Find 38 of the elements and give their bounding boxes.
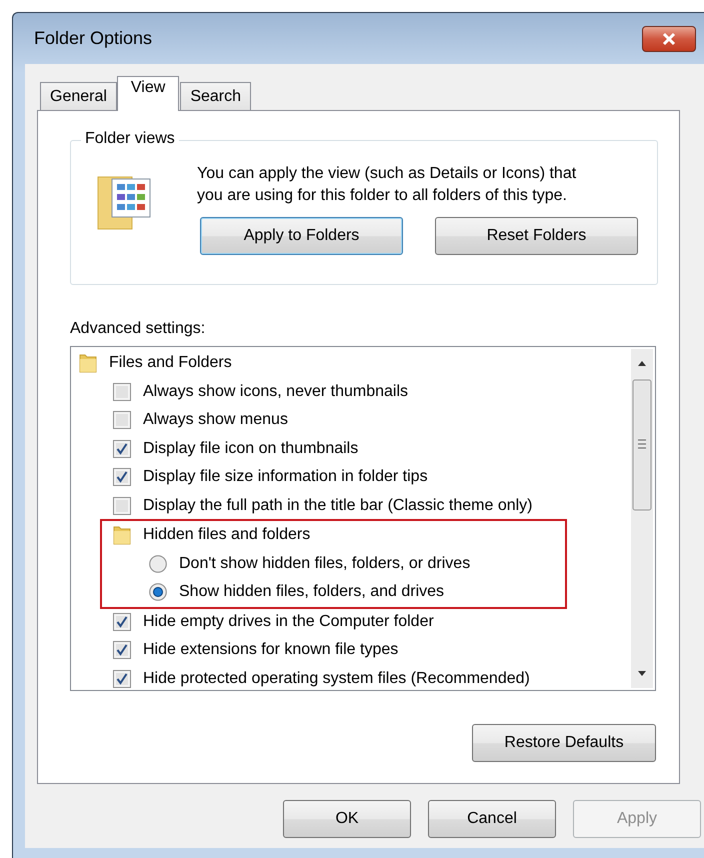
- scrollbar[interactable]: [631, 349, 653, 688]
- setting-label[interactable]: Show hidden files, folders, and drives: [179, 583, 444, 602]
- setting-label[interactable]: Hide extensions for known file types: [143, 641, 398, 660]
- advanced-settings-label: Advanced settings:: [70, 320, 206, 338]
- tab[interactable]: View: [116, 76, 180, 111]
- setting-label[interactable]: Always show icons, never thumbnails: [143, 382, 408, 401]
- radio-button[interactable]: [149, 583, 167, 602]
- restore-defaults-button[interactable]: Restore Defaults: [472, 724, 656, 762]
- checkbox[interactable]: [113, 440, 131, 458]
- setting-label[interactable]: Hide protected operating system files (Recommended): [143, 670, 530, 688]
- setting-label[interactable]: Display the full path in the title bar (Classic theme only): [143, 496, 533, 515]
- radio-button[interactable]: [149, 554, 167, 573]
- close-button[interactable]: [642, 26, 696, 52]
- setting-label[interactable]: Hide empty drives in the Computer folder: [143, 612, 434, 631]
- setting-label[interactable]: Don't show hidden files, folders, or drives: [179, 554, 470, 573]
- setting-label: Hidden files and folders: [143, 526, 310, 544]
- folder-button[interactable]: Apply to Folders: [200, 217, 403, 255]
- checkbox[interactable]: [113, 641, 131, 660]
- tab[interactable]: General: [40, 82, 117, 110]
- checkbox[interactable]: [113, 496, 131, 515]
- setting-label[interactable]: Always show menus: [143, 411, 288, 430]
- checkbox[interactable]: [113, 468, 131, 486]
- tab[interactable]: Search: [180, 82, 252, 110]
- checkbox[interactable]: [113, 411, 131, 430]
- close-icon: [660, 32, 678, 46]
- description-text: You can apply the view (such as Details or Icons) that you are using for this folder to all folders of this type.: [197, 164, 578, 206]
- folder-icon: [113, 524, 131, 546]
- setting-label: Files and Folders: [109, 354, 232, 372]
- checkbox[interactable]: [113, 612, 131, 631]
- folder-button[interactable]: Reset Folders: [435, 217, 638, 255]
- setting-label[interactable]: Display file icon on thumbnails: [143, 440, 358, 458]
- window-title: Folder Options: [34, 28, 152, 49]
- dialog-button[interactable]: Cancel: [428, 800, 556, 838]
- dialog-button[interactable]: OK: [283, 800, 411, 838]
- setting-label[interactable]: Display file size information in folder tips: [143, 468, 428, 486]
- folder-icon: [79, 352, 97, 374]
- checkbox[interactable]: [113, 382, 131, 401]
- checkbox[interactable]: [113, 670, 131, 688]
